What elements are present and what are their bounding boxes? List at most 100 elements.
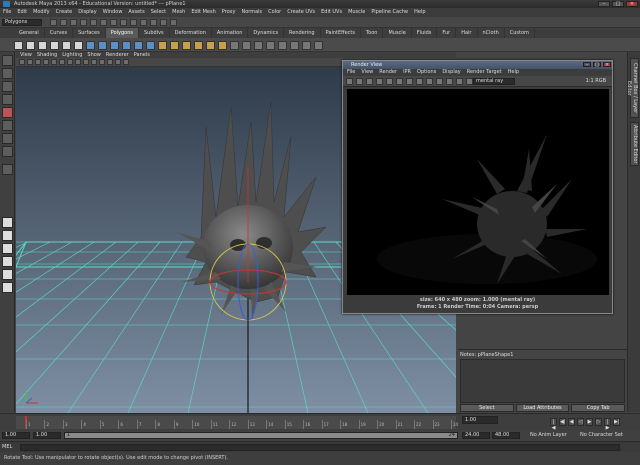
extrude-icon[interactable] — [158, 41, 167, 50]
render-region-icon[interactable] — [356, 78, 363, 85]
four-pane-layout-icon[interactable] — [2, 230, 13, 241]
last-tool-icon[interactable] — [2, 164, 13, 175]
textured-icon[interactable] — [91, 59, 97, 65]
camera-attributes-icon[interactable] — [27, 59, 33, 65]
render-view-close-button[interactable]: × — [603, 62, 611, 68]
checker-icon[interactable] — [254, 41, 263, 50]
render-view-menu-item[interactable]: IPR — [403, 69, 411, 76]
select-component-icon[interactable] — [100, 19, 107, 26]
menu-item[interactable]: Help — [414, 8, 425, 17]
grid-toggle-icon[interactable] — [51, 59, 57, 65]
menu-item[interactable]: Display — [78, 8, 96, 17]
wireframe-icon[interactable] — [75, 59, 81, 65]
menu-item[interactable]: Muscle — [348, 8, 365, 17]
current-frame-field[interactable]: 1.00 — [462, 416, 498, 424]
uv-editor-icon[interactable] — [242, 41, 251, 50]
isolate-select-icon[interactable] — [123, 59, 129, 65]
command-input[interactable] — [20, 444, 620, 451]
playback-start-field[interactable]: 1.00 — [33, 432, 61, 439]
menu-item[interactable]: Pipeline Cache — [371, 8, 408, 17]
ipr-icon[interactable] — [376, 78, 383, 85]
menu-set-dropdown[interactable]: Polygons — [2, 19, 42, 26]
menu-item[interactable]: Select — [151, 8, 166, 17]
go-to-start-button[interactable]: |◀ — [550, 418, 557, 431]
shelf-tab-custom[interactable]: Custom — [505, 28, 535, 38]
shelf-tab-general[interactable]: General — [14, 28, 45, 38]
open-scene-icon[interactable] — [60, 19, 67, 26]
separate-icon[interactable] — [98, 41, 107, 50]
real-size-icon[interactable] — [446, 78, 453, 85]
menu-item[interactable]: File — [3, 8, 11, 17]
shelf-tab-hair[interactable]: Hair — [456, 28, 478, 38]
poly-plane-icon[interactable] — [62, 41, 71, 50]
paint-select-tool-icon[interactable] — [2, 81, 13, 92]
menu-item[interactable]: Create — [56, 8, 73, 17]
step-forward-frame-button[interactable]: ▷ — [595, 418, 602, 426]
play-backward-button[interactable]: ◁ — [577, 418, 584, 426]
step-back-frame-button[interactable]: ◀ — [568, 418, 575, 426]
lights-icon[interactable] — [99, 59, 105, 65]
harden-edge-icon[interactable] — [278, 41, 287, 50]
fill-hole-icon[interactable] — [314, 41, 323, 50]
render-view-menu-item[interactable]: Render Target — [467, 69, 502, 76]
blue-channel-icon[interactable] — [426, 78, 433, 85]
end-time-field[interactable]: 48.00 — [492, 432, 520, 439]
split-polygon-icon[interactable] — [194, 41, 203, 50]
menu-item[interactable]: Create UVs — [287, 8, 315, 17]
redo-render-icon[interactable] — [346, 78, 353, 85]
shelf-tab-animation[interactable]: Animation — [212, 28, 249, 38]
lasso-tool-icon[interactable] — [2, 68, 13, 79]
boolean-difference-icon[interactable] — [134, 41, 143, 50]
resolution-gate-icon[interactable] — [67, 59, 73, 65]
menu-item[interactable]: Edit Mesh — [191, 8, 215, 17]
snap-point-icon[interactable] — [130, 19, 137, 26]
menu-item[interactable]: Proxy — [222, 8, 236, 17]
mirror-geometry-icon[interactable] — [302, 41, 311, 50]
snap-grid-icon[interactable] — [110, 19, 117, 26]
extract-icon[interactable] — [110, 41, 119, 50]
move-tool-icon[interactable] — [2, 94, 13, 105]
shelf-tab-fur[interactable]: Fur — [437, 28, 457, 38]
menu-item[interactable]: Modify — [33, 8, 50, 17]
render-view-menu-item[interactable]: Render — [379, 69, 397, 76]
render-view-maximize-button[interactable]: □ — [593, 62, 601, 68]
combine-icon[interactable] — [86, 41, 95, 50]
save-scene-icon[interactable] — [70, 19, 77, 26]
poly-cube-icon[interactable] — [26, 41, 35, 50]
menu-item[interactable]: Window — [103, 8, 123, 17]
playback-end-field[interactable]: 24.00 — [462, 432, 490, 439]
shelf-tab-painteffects[interactable]: PaintEffects — [321, 28, 361, 38]
snap-curve-icon[interactable] — [120, 19, 127, 26]
anim-layer-dropdown[interactable]: No Anim Layer — [530, 432, 567, 439]
snapshot-icon[interactable] — [366, 78, 373, 85]
persp-outliner-layout-icon[interactable] — [2, 269, 13, 280]
render-view-window[interactable]: Render View – □ × File View Render IPR O… — [342, 60, 613, 314]
attribute-editor-tab[interactable]: Attribute Editor — [630, 122, 639, 166]
step-forward-key-button[interactable]: |▶ — [604, 418, 611, 431]
shelf-tab-polygons[interactable]: Polygons — [105, 28, 139, 38]
shadows-icon[interactable] — [107, 59, 113, 65]
render-current-frame-icon[interactable] — [150, 19, 157, 26]
shelf-tab-curves[interactable]: Curves — [45, 28, 74, 38]
alpha-channel-icon[interactable] — [436, 78, 443, 85]
side-by-side-layout-icon[interactable] — [2, 243, 13, 254]
menu-item[interactable]: Mesh — [172, 8, 185, 17]
command-language-toggle[interactable]: MEL — [2, 444, 12, 451]
rendered-image[interactable] — [347, 89, 609, 295]
menu-item[interactable]: Edit — [17, 8, 27, 17]
outliner-persp-graph-layout-icon[interactable] — [2, 282, 13, 293]
remove-image-icon[interactable] — [466, 78, 473, 85]
shelf-tab-fluids[interactable]: Fluids — [412, 28, 438, 38]
render-view-menu-item[interactable]: Help — [508, 69, 519, 76]
insert-edge-loop-icon[interactable] — [206, 41, 215, 50]
shelf-tab-subdivs[interactable]: Subdivs — [139, 28, 170, 38]
poly-sphere-icon[interactable] — [14, 41, 23, 50]
render-view-titlebar[interactable]: Render View – □ × — [343, 61, 612, 69]
range-bar[interactable]: 1 24 — [64, 432, 458, 439]
refresh-ipr-icon[interactable] — [386, 78, 393, 85]
new-scene-icon[interactable] — [50, 19, 57, 26]
green-channel-icon[interactable] — [416, 78, 423, 85]
menu-item[interactable]: Edit UVs — [321, 8, 342, 17]
start-time-field[interactable]: 1.00 — [2, 432, 30, 439]
select-tool-icon[interactable] — [2, 55, 13, 66]
